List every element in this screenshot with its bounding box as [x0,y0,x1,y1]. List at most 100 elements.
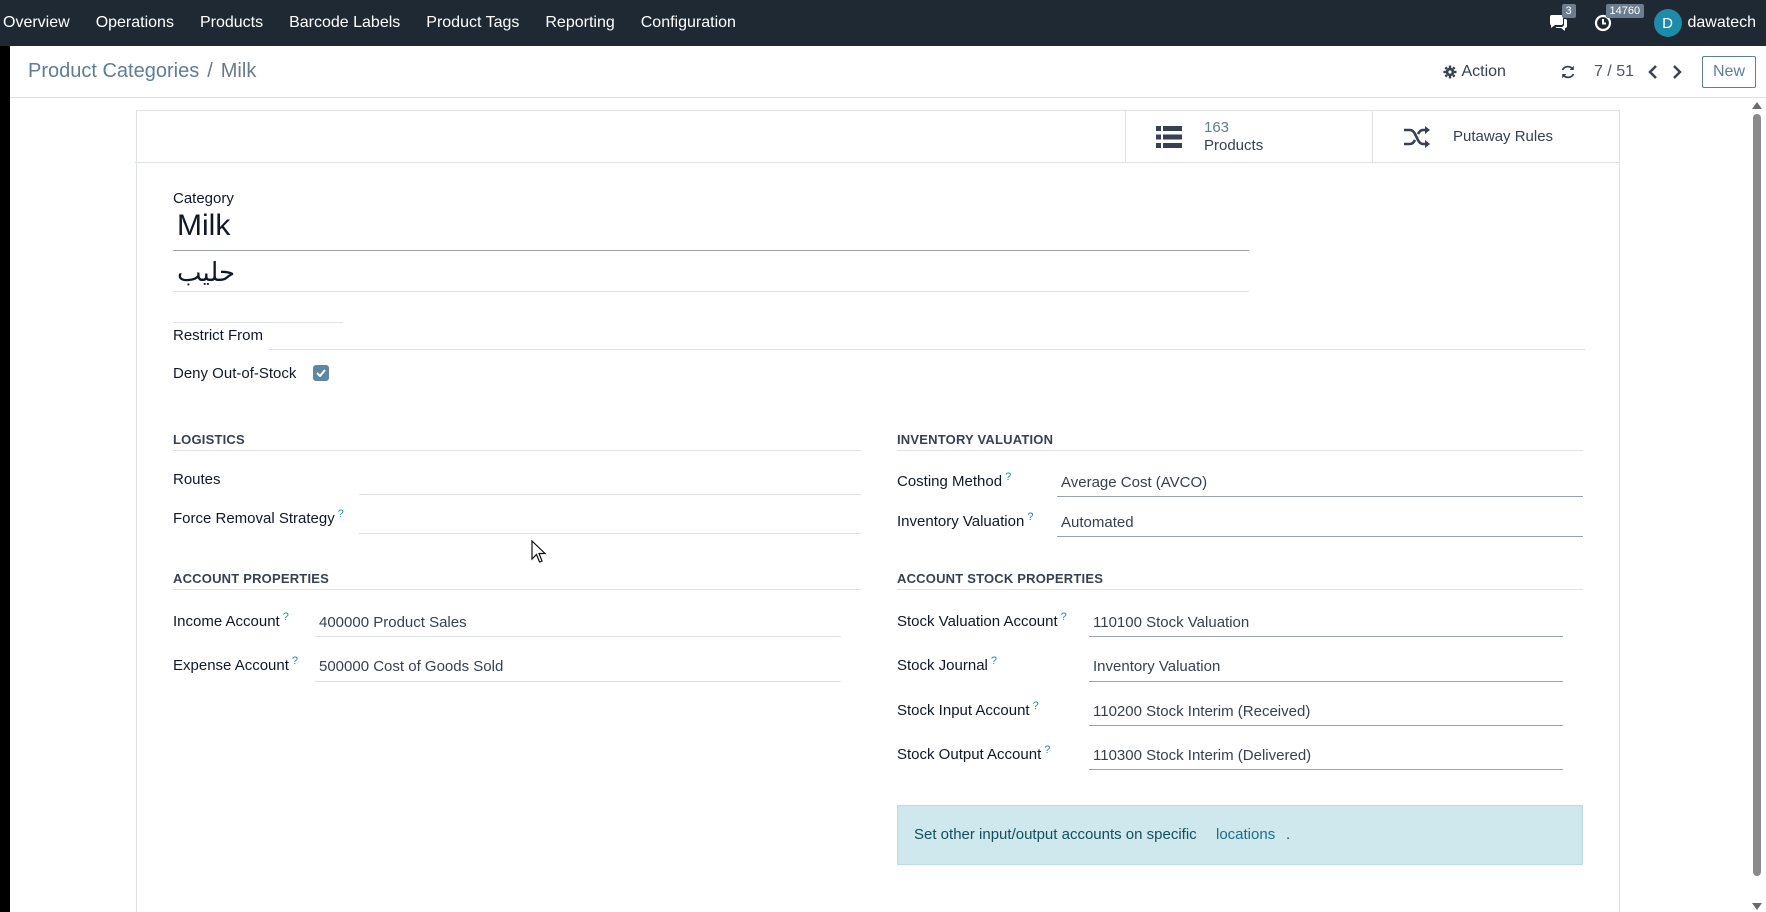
help-icon[interactable]: ? [1005,471,1011,483]
chevron-left-icon [1648,64,1657,79]
messages-badge: 3 [1561,4,1576,18]
deny-out-of-stock-label: Deny Out-of-Stock [173,365,297,382]
costing-method-label: Costing Method? [897,471,1012,490]
routes-label: Routes [173,471,221,488]
products-count: 163 [1204,118,1230,136]
mouse-cursor-icon [531,540,547,563]
stock-valuation-underline [1089,636,1563,637]
action-label: Action [1461,62,1506,80]
shuffle-icon [1404,125,1430,148]
pager-next-button[interactable] [1672,64,1682,79]
stock-input-account-label: Stock Input Account? [897,700,1039,719]
routes-underline [359,494,861,495]
expense-underline [315,681,841,682]
activity-badge: 14760 [1605,4,1645,18]
inventory-valuation-divider [897,450,1583,451]
costing-method-select[interactable]: Average Cost (AVCO) [1061,474,1207,491]
pager-value[interactable]: 7 / 51 [1594,63,1634,81]
breadcrumb-separator: / [207,60,213,82]
scroll-thumb[interactable] [1753,114,1761,876]
alert-text: Set other input/output accounts on speci… [914,826,1197,843]
putaway-rules-label: Putaway Rules [1453,128,1554,145]
help-icon[interactable]: ? [283,611,289,623]
alert-suffix: . [1286,826,1291,843]
help-icon[interactable]: ? [1061,611,1067,623]
deny-out-of-stock-checkbox[interactable] [313,365,329,381]
products-label: Products [1204,136,1264,154]
gear-icon [1443,65,1457,78]
menu-overview[interactable]: Overview [0,14,83,32]
main-menu: Overview Operations Products Barcode Lab… [0,0,749,46]
menu-product-tags[interactable]: Product Tags [413,14,532,32]
info-alert: Set other input/output accounts on speci… [897,805,1583,865]
help-icon[interactable]: ? [1033,700,1039,712]
refresh-icon [1561,65,1575,78]
user-name: dawatech [1687,14,1757,31]
scroll-down-arrow[interactable] [1752,903,1762,910]
inventory-valuation-label: Inventory Valuation? [897,511,1034,530]
arabic-underline [173,291,1249,292]
help-icon[interactable]: ? [292,655,298,667]
check-icon [316,369,326,377]
expense-account-label: Expense Account? [173,655,299,674]
stock-input-account-input[interactable]: 110200 Stock Interim (Received) [1093,703,1310,720]
top-navbar: Overview Operations Products Barcode Lab… [0,0,1766,46]
action-button[interactable]: Action [1443,62,1506,81]
help-icon[interactable]: ? [991,655,997,667]
refresh-button[interactable] [1560,64,1576,80]
list-icon [1156,125,1182,148]
restrict-from-underline [269,349,1585,350]
account-stock-properties-divider [897,589,1583,590]
stock-output-account-input[interactable]: 110300 Stock Interim (Delivered) [1093,747,1311,764]
left-edge [0,0,10,912]
stock-journal-underline [1089,681,1563,682]
help-icon[interactable]: ? [1027,511,1033,523]
menu-configuration[interactable]: Configuration [628,14,749,32]
menu-products[interactable]: Products [187,14,276,32]
costing-underline [1057,496,1583,497]
breadcrumb-product-categories[interactable]: Product Categories [28,60,199,83]
valuation-underline [1057,536,1583,537]
activity-button[interactable]: 14760 [1594,4,1645,32]
category-label: Category [173,190,234,207]
help-icon[interactable]: ? [338,508,344,520]
stock-valuation-account-input[interactable]: 110100 Stock Valuation [1093,614,1249,631]
separator [173,322,343,323]
name-underline [173,250,1249,251]
avatar: D [1653,9,1682,37]
income-account-input[interactable]: 400000 Product Sales [319,614,467,631]
new-button[interactable]: New [1701,55,1756,88]
pager-previous-button[interactable] [1648,64,1658,79]
force-removal-strategy-label: Force Removal Strategy? [173,508,344,527]
income-underline [315,636,841,637]
scroll-up-arrow[interactable] [1752,102,1762,109]
menu-operations[interactable]: Operations [83,14,187,32]
logistics-section-title: LOGISTICS [173,432,245,447]
user-menu[interactable]: D dawatech [1653,9,1757,37]
help-icon[interactable]: ? [1044,744,1050,756]
stock-output-account-label: Stock Output Account? [897,744,1051,763]
products-smart-button[interactable]: 163 Products [1125,111,1372,162]
restrict-from-label: Restrict From [173,327,263,344]
stock-output-underline [1089,769,1563,770]
stock-input-underline [1089,725,1563,726]
locations-link[interactable]: locations [1216,826,1275,843]
breadcrumb-current: Milk [220,60,257,82]
stock-journal-label: Stock Journal? [897,655,998,674]
inventory-valuation-section-title: INVENTORY VALUATION [897,432,1054,447]
menu-barcode-labels[interactable]: Barcode Labels [276,14,413,32]
inventory-valuation-select[interactable]: Automated [1061,514,1134,531]
account-properties-divider [173,589,861,590]
menu-reporting[interactable]: Reporting [532,14,627,32]
scrollbar[interactable] [1750,100,1764,912]
breadcrumb: Product Categories / Milk [28,60,256,83]
stock-journal-input[interactable]: Inventory Valuation [1093,658,1220,675]
income-account-label: Income Account? [173,611,289,630]
category-name-input[interactable]: Milk [177,209,230,243]
stock-valuation-account-label: Stock Valuation Account? [897,611,1067,630]
logistics-divider [173,450,861,451]
putaway-rules-smart-button[interactable]: Putaway Rules [1372,111,1619,162]
messages-button[interactable]: 3 [1548,4,1576,32]
expense-account-input[interactable]: 500000 Cost of Goods Sold [319,658,503,675]
category-name-arabic-input[interactable]: حليب [177,257,235,288]
